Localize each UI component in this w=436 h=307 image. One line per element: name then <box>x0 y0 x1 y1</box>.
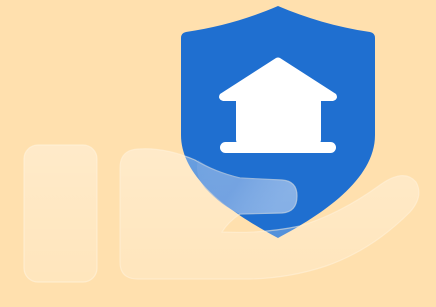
home-insurance-illustration <box>23 6 420 283</box>
illustration-canvas <box>0 0 436 307</box>
